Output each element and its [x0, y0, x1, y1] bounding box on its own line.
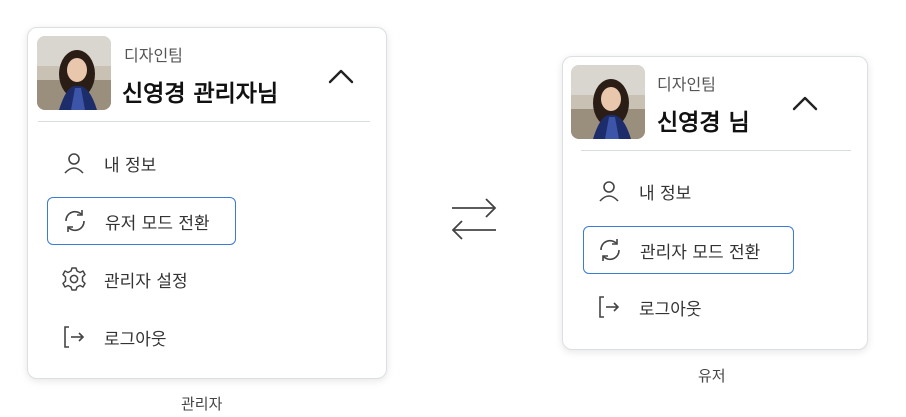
divider: [581, 150, 851, 151]
collapse-button[interactable]: [326, 64, 356, 88]
menu-item-switch-admin-mode[interactable]: 관리자 모드 전환: [583, 226, 794, 274]
collapse-button[interactable]: [790, 91, 820, 115]
menu-item-label: 관리자 모드 전환: [640, 242, 761, 263]
menu-item-logout[interactable]: 로그아웃: [595, 283, 785, 331]
gear-icon: [60, 265, 88, 293]
menu-item-label: 로그아웃: [104, 329, 167, 350]
user-profile-menu: 디자인팀 신영경 님 내 정보 관리자 모드 전환 로그아웃: [562, 56, 868, 350]
menu-item-logout[interactable]: 로그아웃: [60, 313, 250, 361]
swap-arrows-icon: [450, 196, 498, 246]
team-name: 디자인팀: [124, 46, 183, 65]
user-icon: [595, 177, 623, 205]
avatar: [571, 65, 645, 139]
user-caption: 유저: [698, 367, 726, 385]
logout-icon: [595, 293, 623, 321]
admin-caption: 관리자: [181, 395, 223, 413]
menu-item-label: 내 정보: [104, 155, 157, 176]
menu-item-admin-settings[interactable]: 관리자 설정: [60, 255, 260, 303]
refresh-icon: [61, 207, 89, 235]
menu-item-my-info[interactable]: 내 정보: [595, 167, 785, 215]
admin-profile-menu: 디자인팀 신영경 관리자님 내 정보 유저 모드 전환 관리자 설정 로그아웃: [27, 27, 387, 379]
menu-item-my-info[interactable]: 내 정보: [60, 139, 250, 187]
user-name: 신영경 관리자님: [122, 81, 279, 107]
menu-item-label: 로그아웃: [639, 299, 702, 320]
menu-item-label: 내 정보: [639, 183, 692, 204]
menu-item-label: 관리자 설정: [104, 271, 188, 292]
logout-icon: [60, 323, 88, 351]
user-name: 신영경 님: [657, 110, 750, 136]
avatar: [37, 36, 111, 110]
menu-item-switch-user-mode[interactable]: 유저 모드 전환: [47, 197, 236, 245]
chevron-up-icon: [328, 69, 354, 84]
menu-item-label: 유저 모드 전환: [105, 213, 210, 234]
team-name: 디자인팀: [657, 75, 716, 94]
user-icon: [60, 149, 88, 177]
divider: [38, 121, 370, 122]
chevron-up-icon: [792, 96, 818, 111]
refresh-icon: [596, 236, 624, 264]
